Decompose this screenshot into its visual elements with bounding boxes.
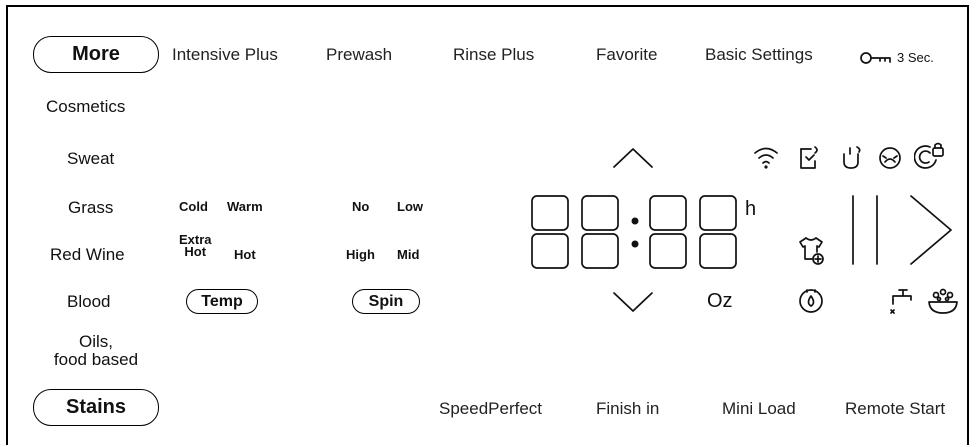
stains-button[interactable]: Stains (33, 389, 159, 426)
stain-grass: Grass (68, 198, 114, 217)
hours-unit: h (745, 198, 757, 220)
wifi-icon (754, 147, 778, 169)
mini-load-button[interactable]: Mini Load (722, 399, 796, 419)
spin-button-label: Spin (368, 292, 404, 310)
spin-no: No (352, 199, 370, 214)
digit-4 (699, 195, 737, 269)
stain-oils-line1: Oils, (79, 332, 113, 351)
spin-low: Low (397, 199, 423, 214)
drum-clean-icon (879, 147, 901, 169)
temp-extra-hot-line2: Hot (184, 244, 207, 259)
water-tap-icon (890, 289, 912, 314)
temp-button[interactable]: Temp (186, 289, 258, 314)
temp-button-label: Temp (201, 292, 243, 310)
key-lock-hint: 3 Sec. (897, 50, 934, 65)
child-lock-icon (914, 142, 944, 169)
temp-hot: Hot (234, 247, 256, 262)
more-button[interactable]: More (33, 36, 159, 73)
stain-oils: Oils, food based (40, 333, 152, 369)
temp-extra-hot: Extra Hot (179, 233, 212, 259)
spin-button[interactable]: Spin (352, 289, 420, 314)
finish-in-button[interactable]: Finish in (596, 399, 659, 419)
stain-oils-line2: food based (53, 350, 139, 369)
lock-key-icon (860, 52, 891, 64)
drain-hose-icon (843, 146, 861, 169)
chevron-down-icon[interactable] (611, 289, 655, 315)
dosing-icon (799, 289, 823, 313)
weight-unit: Oz (707, 290, 733, 312)
digit-1 (531, 195, 569, 269)
temp-cold: Cold (179, 199, 208, 214)
digit-3 (649, 195, 687, 269)
more-button-label: More (72, 43, 120, 65)
play-icon[interactable] (907, 193, 955, 267)
temp-warm: Warm (227, 199, 263, 214)
basin-icon (928, 288, 958, 314)
rinse-plus-button[interactable]: Rinse Plus (453, 45, 534, 65)
spin-high: High (346, 247, 375, 262)
time-display (531, 195, 737, 269)
chevron-up-icon[interactable] (611, 145, 655, 171)
stain-blood: Blood (67, 292, 111, 311)
favorite-button[interactable]: Favorite (596, 45, 657, 65)
intensive-plus-button[interactable]: Intensive Plus (172, 45, 278, 65)
stains-button-label: Stains (65, 396, 127, 418)
speedperfect-button[interactable]: SpeedPerfect (439, 399, 542, 419)
remote-start-button[interactable]: Remote Start (845, 399, 945, 419)
pause-icon[interactable] (847, 193, 883, 267)
control-panel (6, 5, 969, 445)
prewash-button[interactable]: Prewash (326, 45, 392, 65)
stain-red-wine: Red Wine (50, 245, 125, 264)
spin-mid: Mid (397, 247, 420, 262)
stain-cosmetics: Cosmetics (46, 97, 126, 116)
basic-settings-button[interactable]: Basic Settings (705, 45, 813, 65)
add-garment-icon[interactable] (797, 235, 827, 267)
phone-connect-icon (800, 146, 818, 169)
digit-2 (581, 195, 619, 269)
stain-sweat: Sweat (67, 149, 115, 168)
colon (631, 217, 639, 248)
